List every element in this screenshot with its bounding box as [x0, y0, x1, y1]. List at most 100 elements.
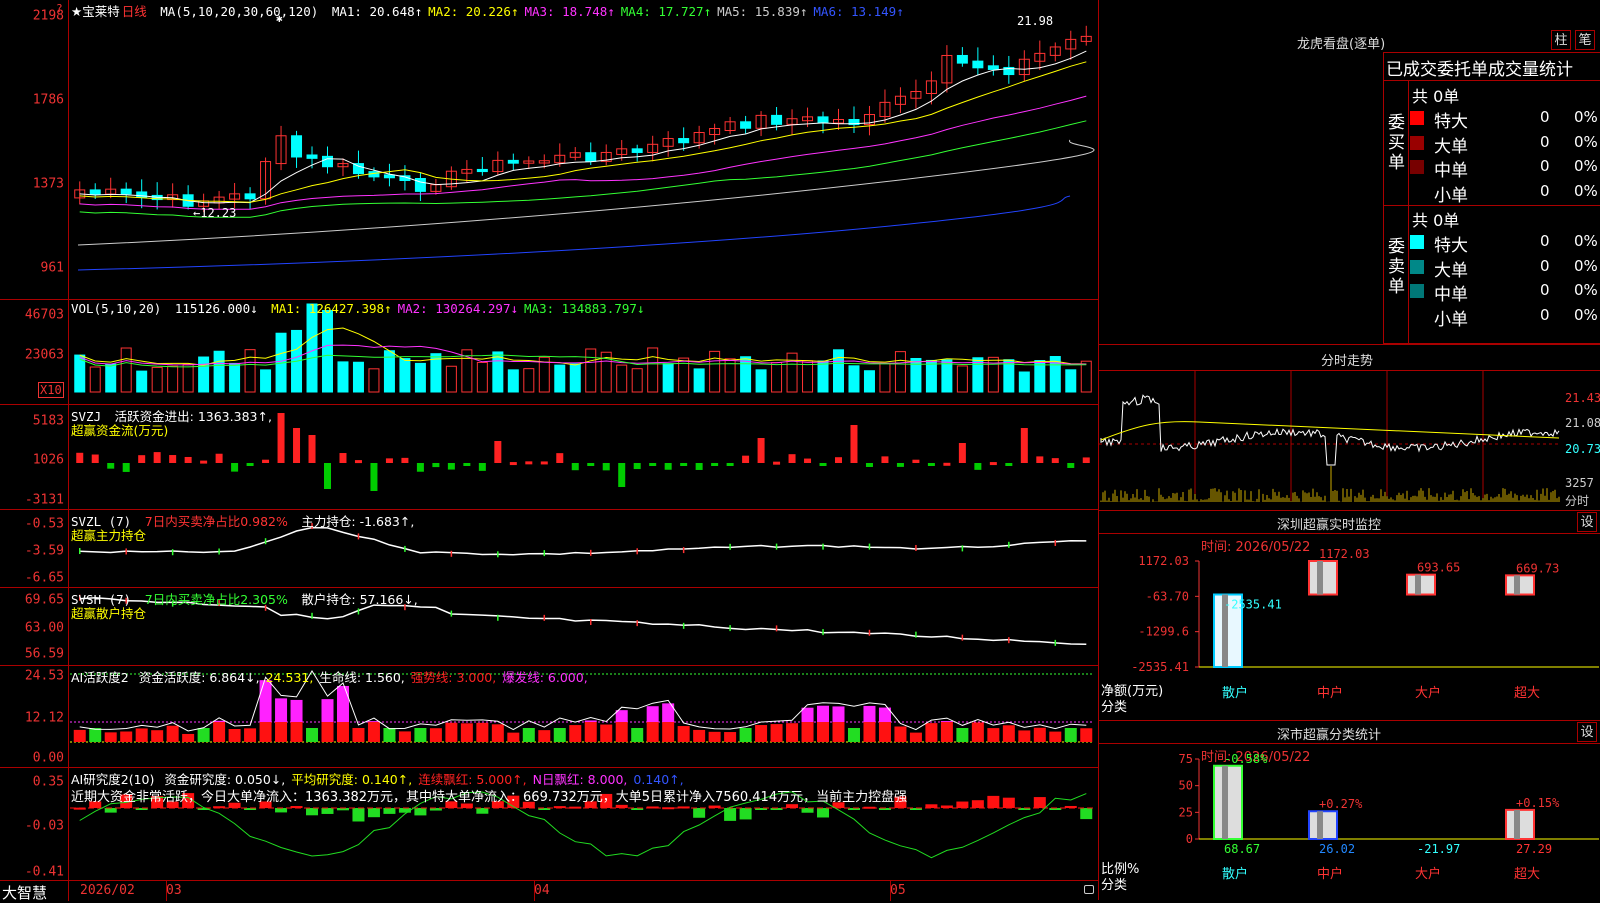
kline-panel[interactable]: 2198 1786 1373 961 ? ★宝莱特 日线 MA(5,10,20,3… — [0, 0, 1098, 300]
activity-bar — [491, 724, 504, 742]
volume-bar — [833, 349, 844, 393]
buy-orders-label: 委买单 — [1388, 113, 1405, 173]
volume-bar — [151, 366, 163, 393]
column-view-button[interactable]: 柱 — [1551, 30, 1571, 50]
svzl-line — [79, 526, 1087, 556]
sz-category-label: 分类 — [1101, 700, 1128, 715]
flow-bar — [339, 453, 347, 463]
activity-bar — [600, 724, 613, 742]
sz-settings-button[interactable]: 设 — [1577, 512, 1597, 532]
volume-bar — [182, 363, 194, 393]
ai-activity-value: 24.531, — [265, 670, 314, 685]
candle-body — [244, 193, 256, 200]
flow-bar — [401, 457, 409, 463]
x-tick — [166, 881, 167, 901]
flow-bar — [169, 455, 177, 463]
flow-bar — [881, 456, 889, 463]
price-line — [1100, 394, 1560, 466]
research-bar — [1033, 797, 1046, 808]
svzl-panel[interactable]: -0.53 -3.59 -6.65 SVZL (7) 7日内买卖净占比0.982… — [0, 510, 1098, 588]
flow-bar — [447, 463, 455, 470]
activity-bar — [306, 728, 319, 742]
flow-bar — [835, 457, 842, 463]
activity-bar — [429, 728, 442, 742]
volume-bar — [445, 365, 457, 393]
flow-bar — [184, 456, 192, 463]
ai-research-value: 资金研究度: 0.050↓, — [164, 772, 286, 787]
ai-activity-panel[interactable]: 24.53 12.12 0.00 AI活跃度2 资金活跃度: 6.864↓, 24… — [0, 666, 1098, 768]
volume-bar — [693, 368, 705, 393]
flow-bar — [773, 461, 781, 465]
vol-ma-value: MA3: 134883.797↓ — [524, 301, 645, 316]
research-bar — [987, 795, 1000, 808]
ai-research-panel[interactable]: 0.35 -0.03 -0.41 AI研究度2(10) 资金研究度: 0.050… — [0, 768, 1098, 880]
sell-total: 共 0单 — [1412, 211, 1460, 230]
category-label: 超大 — [1514, 686, 1540, 701]
flow-bar — [1005, 463, 1013, 466]
x-tick — [890, 881, 891, 901]
svzl-desc2: 主力持仓: -1.683↑, — [301, 514, 415, 529]
activity-bar — [677, 726, 690, 742]
net-bar-shade — [1514, 575, 1520, 595]
lock-icon[interactable] — [1084, 885, 1094, 894]
svsh-subtitle: 超赢散户持仓 — [71, 606, 147, 621]
volume-panel[interactable]: 46703 23063 X10 VOL(5,10,20) 115126.000↓… — [0, 300, 1098, 405]
flow-bar — [602, 463, 610, 471]
flow-bar — [788, 454, 796, 463]
flow-bar — [525, 461, 533, 465]
period-label[interactable]: 日线 — [122, 4, 147, 19]
order-row: 大单 0 0% — [1410, 256, 1600, 281]
activity-bar — [1049, 731, 1062, 742]
volume-bar — [910, 357, 922, 393]
activity-bar — [956, 728, 969, 742]
sz-bar-chart[interactable]: 1172.03 -63.70 -1299.6 -2535.41 -2535.41 散户 11… — [1099, 533, 1600, 723]
ratio-bar-shade — [1514, 809, 1520, 839]
sell-orders-label: 委卖单 — [1388, 237, 1405, 297]
intraday-chart[interactable] — [1099, 370, 1600, 510]
activity-bar — [259, 722, 272, 742]
order-qty: 0 — [1540, 305, 1550, 324]
volume-bar — [368, 368, 380, 393]
volume-bar — [802, 360, 814, 393]
ma-value: MA4: 17.727↑ — [620, 4, 712, 19]
volume-bar — [198, 356, 210, 393]
kline-chart[interactable] — [0, 0, 1098, 300]
svzj-subtitle: 超赢资金流(万元) — [71, 423, 169, 438]
activity-bar-top — [863, 705, 876, 722]
flow-bar — [308, 435, 316, 463]
activity-bar — [708, 731, 721, 742]
order-pct: 0% — [1574, 157, 1598, 175]
svzj-panel[interactable]: 5183 1026 -3131 SVZJ 活跃资金进出: 1363.383↑, … — [0, 405, 1098, 510]
volume-bar — [89, 366, 101, 393]
flow-bar — [416, 463, 424, 472]
order-type: 大单 — [1434, 260, 1468, 281]
volume-bar — [755, 369, 767, 393]
research-bar — [693, 808, 706, 818]
sc-bar-chart[interactable]: 75 50 25 0 -0.58% 68.67 散户 +0.27% 26.02 中户 -21.97 大… — [1099, 743, 1600, 900]
color-swatch — [1410, 284, 1424, 298]
tick-view-button[interactable]: 笔 — [1575, 30, 1595, 50]
x-label: 04 — [534, 883, 550, 898]
flow-bar — [556, 453, 564, 463]
volume-bar — [863, 370, 875, 393]
volume-bar — [786, 352, 798, 393]
research-bar — [321, 808, 334, 814]
svzl-desc1: 7日内买卖净占比0.982% — [144, 514, 288, 529]
axis-tick-label: -2535.41 — [1131, 660, 1189, 674]
volume-bar — [244, 349, 256, 393]
flow-bar — [370, 463, 378, 491]
ratio-pct-label: +0.15% — [1516, 796, 1560, 810]
ma-params: MA(5,10,20,30,60,120) — [160, 4, 319, 19]
sc-settings-button[interactable]: 设 — [1577, 722, 1597, 742]
ma-value: MA2: 20.226↑ — [428, 4, 519, 19]
vol-ma-value: MA2: 130264.297↓ — [397, 301, 519, 316]
activity-bar — [724, 732, 737, 742]
activity-bar — [909, 732, 922, 742]
activity-bar — [662, 722, 675, 742]
stock-name[interactable]: ★宝莱特 — [71, 4, 120, 19]
ai-research-label: AI研究度2(10) — [71, 772, 155, 787]
flow-bar — [231, 463, 239, 472]
flow-bar — [432, 463, 440, 468]
ai-research-value: 平均研究度: 0.140↑, — [291, 772, 413, 787]
svsh-panel[interactable]: 69.65 63.00 56.59 SVSH (7) 7日内买卖净占比2.305… — [0, 588, 1098, 666]
